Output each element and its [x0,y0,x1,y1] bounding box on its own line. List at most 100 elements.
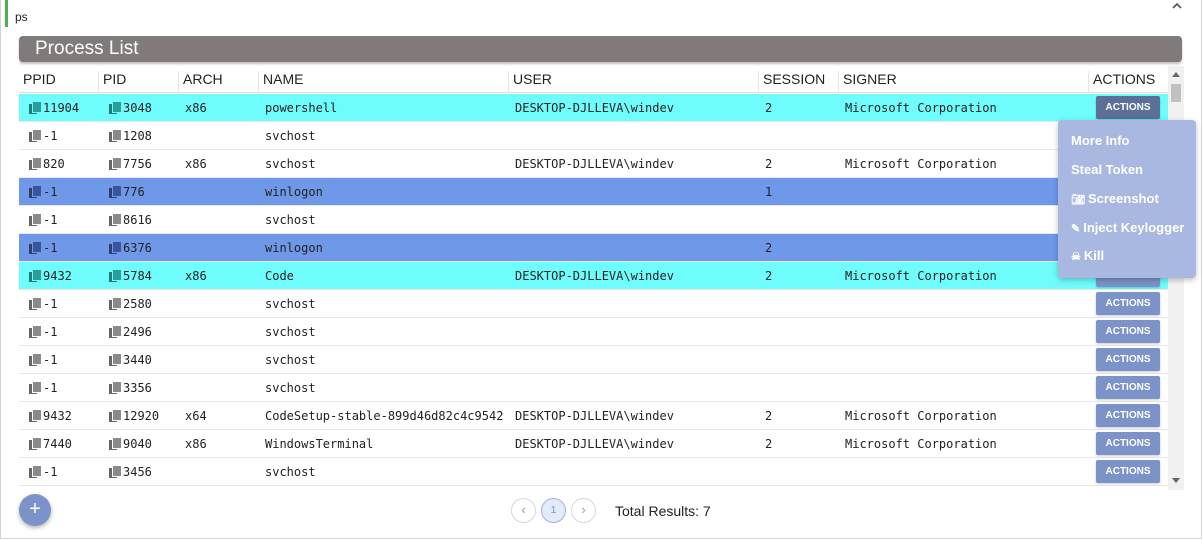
copy-ppid-icon[interactable] [29,157,42,170]
table-row[interactable]: 9432 12920 x64 CodeSetup-stable-899d46d82c4… [19,402,1169,430]
cell-name: winlogon [265,241,323,255]
copy-ppid-icon[interactable] [29,101,42,114]
cell-name: svchost [265,465,316,479]
scrollbar-thumb[interactable] [1171,84,1181,102]
pagination-page-1[interactable]: 1 [541,498,566,523]
cell-pid: 12920 [123,409,160,423]
copy-ppid-icon[interactable] [29,241,42,254]
actions-button[interactable]: ACTIONS [1096,404,1160,427]
menu-item-steal-token[interactable]: Steal Token [1071,162,1143,177]
table-row[interactable]: -1 2496 svchost ACTIONS [19,318,1169,346]
cell-signer: Microsoft Corporation [845,269,997,283]
cell-name: svchost [265,325,316,339]
cell-pid: 2496 [123,325,152,339]
copy-pid-icon[interactable] [109,213,122,226]
table-row[interactable]: -1 2580 svchost ACTIONS [19,290,1169,318]
scroll-down-arrow-icon[interactable] [1172,478,1180,483]
actions-button[interactable]: ACTIONS [1096,432,1160,455]
copy-ppid-icon[interactable] [29,325,42,338]
menu-item-kill[interactable]: ☠︎ Kill [1071,248,1104,263]
table-row[interactable]: 9432 5784 x86 Code DESKTOP-DJLLEVA\windev 2 Mi… [19,262,1169,290]
cell-arch: x86 [185,437,207,451]
cell-ppid: 9432 [43,409,72,423]
copy-pid-icon[interactable] [109,353,122,366]
cell-user: DESKTOP-DJLLEVA\windev [515,269,674,283]
pagination-next-button[interactable]: › [571,498,596,523]
copy-pid-icon[interactable] [109,381,122,394]
cell-ppid: -1 [43,129,58,143]
cell-ppid: -1 [43,241,58,255]
table-row[interactable]: -1 6376 winlogon 2 [19,234,1169,262]
cell-pid: 5784 [123,269,152,283]
cell-user: DESKTOP-DJLLEVA\windev [515,409,674,423]
column-header-user[interactable]: USER [509,71,759,93]
actions-button[interactable]: ACTIONS [1096,460,1160,483]
copy-pid-icon[interactable] [109,437,122,450]
cell-pid: 3440 [123,353,152,367]
table-row[interactable]: 7440 9040 x86 WindowsTerminal DESKTOP-DJLLEV… [19,430,1169,458]
pagination-prev-button[interactable]: ‹ [511,498,536,523]
cell-signer: Microsoft Corporation [845,409,997,423]
cell-arch: x86 [185,269,207,283]
cell-name: Code [265,269,294,283]
copy-ppid-icon[interactable] [29,213,42,226]
menu-item-screenshot[interactable]: 📷︎ Screenshot [1071,191,1159,206]
cell-arch: x86 [185,101,207,115]
actions-button[interactable]: ACTIONS [1096,320,1160,343]
table-row[interactable]: -1 3456 svchost ACTIONS [19,458,1169,486]
actions-button[interactable]: ACTIONS [1096,96,1160,119]
column-header-name[interactable]: NAME [259,71,509,93]
copy-ppid-icon[interactable] [29,437,42,450]
table-row[interactable]: -1 3356 svchost ACTIONS [19,374,1169,402]
column-header-signer[interactable]: SIGNER [839,71,1089,93]
cell-ppid: 11904 [43,101,80,115]
table-row[interactable]: -1 1208 svchost [19,122,1169,150]
column-header-ppid[interactable]: PPID [19,71,99,93]
copy-pid-icon[interactable] [109,325,122,338]
command-status-bar [5,0,8,27]
copy-ppid-icon[interactable] [29,269,42,282]
cell-session: 2 [765,437,773,451]
table-row[interactable]: -1 8616 svchost [19,206,1169,234]
column-header-arch[interactable]: ARCH [179,71,259,93]
copy-ppid-icon[interactable] [29,465,42,478]
copy-ppid-icon[interactable] [29,381,42,394]
add-button[interactable]: + [19,494,51,526]
copy-pid-icon[interactable] [109,409,122,422]
table-row[interactable]: -1 3440 svchost ACTIONS [19,346,1169,374]
copy-pid-icon[interactable] [109,129,122,142]
cell-ppid: -1 [43,213,58,227]
actions-button[interactable]: ACTIONS [1096,292,1160,315]
copy-pid-icon[interactable] [109,241,122,254]
actions-button[interactable]: ACTIONS [1096,376,1160,399]
copy-ppid-icon[interactable] [29,409,42,422]
cell-arch: x64 [185,409,207,423]
copy-pid-icon[interactable] [109,101,122,114]
menu-item-inject-keylogger[interactable]: ✎ Inject Keylogger [1071,220,1184,235]
copy-pid-icon[interactable] [109,157,122,170]
copy-ppid-icon[interactable] [29,129,42,142]
cell-ppid: 9432 [43,269,72,283]
column-header-pid[interactable]: PID [99,71,179,93]
cell-name: svchost [265,381,316,395]
copy-ppid-icon[interactable] [29,185,42,198]
copy-pid-icon[interactable] [109,185,122,198]
copy-pid-icon[interactable] [109,297,122,310]
collapse-chevron-up-icon[interactable] [1171,0,1183,15]
copy-ppid-icon[interactable] [29,297,42,310]
cell-name: svchost [265,157,316,171]
table-row[interactable]: 11904 3048 x86 powershell DESKTOP-DJLLEVA\wi… [19,94,1169,122]
copy-pid-icon[interactable] [109,465,122,478]
table-header: PPID PID ARCH NAME USER SESSION SIGNER A… [19,66,1169,93]
cell-session: 2 [765,101,773,115]
menu-item-more-info[interactable]: More Info [1071,133,1130,148]
copy-ppid-icon[interactable] [29,353,42,366]
cell-signer: Microsoft Corporation [845,437,997,451]
copy-pid-icon[interactable] [109,269,122,282]
cell-name: winlogon [265,185,323,199]
actions-button[interactable]: ACTIONS [1096,348,1160,371]
table-row[interactable]: -1 776 winlogon 1 [19,178,1169,206]
table-row[interactable]: 820 7756 x86 svchost DESKTOP-DJLLEVA\windev 2… [19,150,1169,178]
column-header-session[interactable]: SESSION [759,71,839,93]
scroll-up-arrow-icon[interactable] [1172,72,1180,77]
